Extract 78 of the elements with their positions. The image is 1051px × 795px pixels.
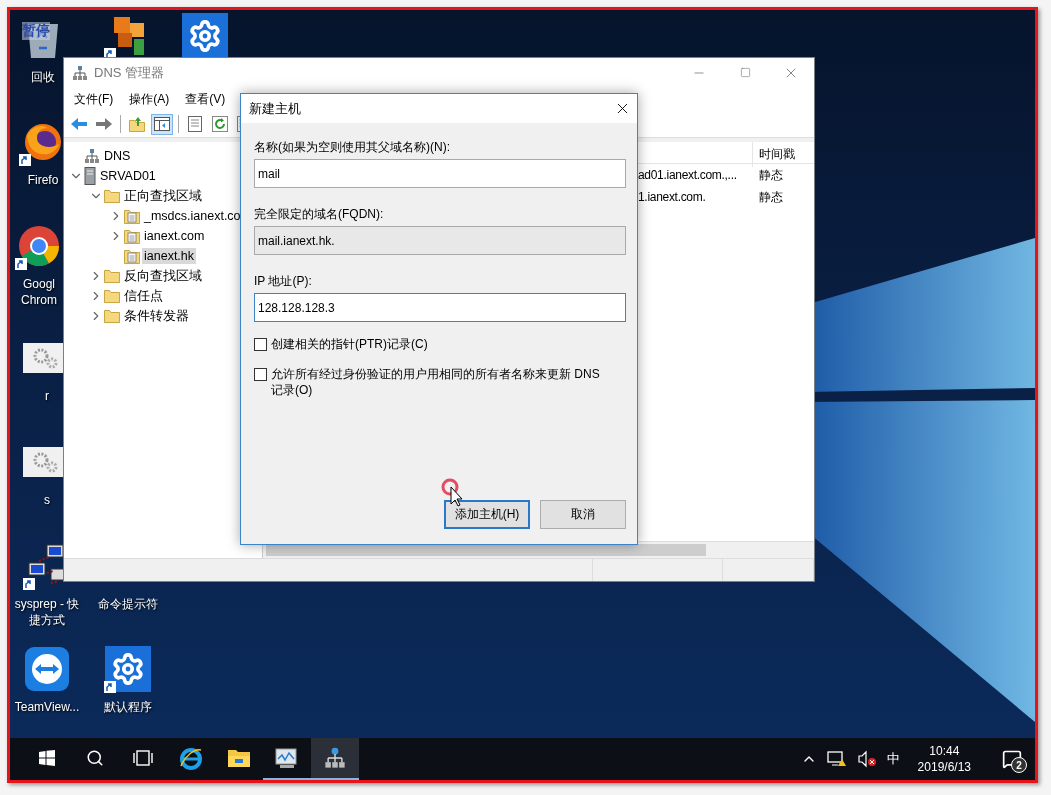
- refresh-icon: [212, 116, 228, 132]
- properties-icon: [188, 116, 202, 132]
- folder-icon: [104, 189, 120, 203]
- field-label: 完全限定的域名(FQDN):: [254, 206, 385, 222]
- tree-pane-icon: [154, 117, 170, 131]
- desktop-icon-label[interactable]: s: [44, 492, 50, 508]
- tree-item[interactable]: ianext.com: [142, 228, 207, 244]
- zone-folder-icon: [124, 228, 140, 244]
- chrome-icon: [18, 225, 60, 267]
- task-view-icon: [132, 750, 154, 766]
- input-method-indicator[interactable]: 中: [886, 750, 900, 768]
- dialog-title: 新建主机: [249, 99, 302, 118]
- volume-muted-icon[interactable]: [856, 750, 877, 768]
- network-tree-icon: [72, 64, 88, 81]
- gear-icon: [105, 646, 151, 692]
- teamviewer-icon: [24, 646, 70, 692]
- checkbox-label[interactable]: 允许所有经过身份验证的用户用相同的所有者名称来更新 DNS 记录(O): [271, 366, 611, 398]
- desktop-icon-label[interactable]: sysprep - 快捷方式: [14, 596, 80, 628]
- zone-folder-icon: [124, 248, 140, 264]
- tree-item[interactable]: 条件转发器: [122, 306, 191, 326]
- tree-item[interactable]: 信任点: [122, 286, 165, 306]
- field-label: 名称(如果为空则使用其父域名称)(N):: [254, 139, 451, 155]
- firefox-icon: [23, 122, 63, 162]
- toolbar-button[interactable]: [151, 113, 173, 135]
- search-icon: [86, 749, 104, 767]
- back-arrow-icon: [70, 117, 88, 131]
- checkbox[interactable]: [254, 338, 267, 351]
- menu-item[interactable]: 查看(V): [177, 90, 234, 108]
- network-tree-icon: [84, 148, 100, 164]
- notification-icon[interactable]: [1002, 749, 1022, 769]
- desktop-icon-label[interactable]: 回收: [31, 69, 55, 85]
- folder-icon: [104, 289, 120, 303]
- windows-start-icon: [39, 750, 55, 766]
- menu-item[interactable]: 操作(A): [121, 90, 178, 108]
- folder-icon: [104, 269, 120, 283]
- tree-item[interactable]: 正向查找区域: [122, 186, 204, 206]
- dialog-button[interactable]: 取消: [540, 500, 626, 529]
- taskbar-button[interactable]: [311, 738, 359, 780]
- forward-arrow-icon: [95, 117, 113, 131]
- list-cell-text: 静态: [758, 166, 784, 184]
- clock[interactable]: 10:44 2019/6/13: [909, 743, 979, 775]
- dialog-button[interactable]: 添加主机(H): [444, 500, 530, 529]
- list-cell-text: 静态: [758, 188, 784, 206]
- toolbar-button[interactable]: [209, 113, 231, 135]
- network-tree-icon: [324, 747, 346, 769]
- desktop-icon-label[interactable]: 默认程序: [104, 699, 152, 715]
- tree-item[interactable]: SRVAD01: [98, 168, 158, 184]
- notification-count: 2: [1011, 757, 1027, 773]
- zone-folder-icon: [124, 208, 140, 224]
- network-warning-icon[interactable]: [826, 750, 847, 768]
- desktop-icon-label[interactable]: Firefo: [27, 172, 59, 188]
- tree-item[interactable]: ianext.hk: [142, 248, 197, 264]
- browser-e-icon: [179, 746, 203, 770]
- checkbox[interactable]: [254, 368, 267, 381]
- column-header[interactable]: 时间戳: [752, 142, 814, 167]
- folder-icon: [227, 748, 251, 768]
- field-label: IP 地址(P):: [254, 273, 313, 289]
- input-field[interactable]: mail.ianext.hk.: [254, 226, 626, 255]
- desktop-icon-label[interactable]: Googl Chrom: [18, 276, 60, 308]
- desktop-icon-label[interactable]: r: [45, 388, 49, 404]
- window-title: DNS 管理器: [94, 63, 166, 82]
- performance-monitor-icon: [274, 747, 300, 769]
- clock-date: 2019/6/13: [917, 759, 971, 775]
- checkbox-label[interactable]: 创建相关的指针(PTR)记录(C): [271, 336, 611, 352]
- list-cell-text: ad01.ianext.com.,...: [638, 168, 738, 182]
- folder-icon: [104, 309, 120, 323]
- desktop-icon-label[interactable]: 命令提示符: [98, 596, 158, 612]
- list-cell-text: 1.ianext.com.: [638, 190, 707, 204]
- tree-item[interactable]: DNS: [102, 148, 133, 164]
- input-field[interactable]: mail: [254, 159, 626, 188]
- server-icon: [84, 167, 96, 185]
- desktop-icon-label[interactable]: TeamView...: [14, 699, 80, 715]
- tree-item[interactable]: 反向查找区域: [122, 266, 204, 286]
- menu-item[interactable]: 文件(F): [66, 90, 122, 108]
- up-folder-icon: [129, 116, 145, 132]
- clock-time: 10:44: [929, 743, 960, 759]
- input-field[interactable]: 128.128.128.3: [254, 293, 626, 322]
- tree-item[interactable]: _msdcs.ianext.co: [142, 208, 243, 224]
